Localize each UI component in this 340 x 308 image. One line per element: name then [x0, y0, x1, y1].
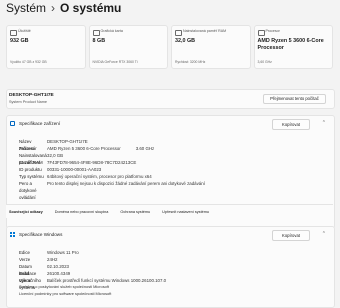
card-label: Nainstalovaná paměť RAM [183, 29, 227, 33]
spec-row: Verze 24H2 [19, 256, 166, 263]
windows-specs-panel: Specifikace Windows Kopírovat ⌃ Edice Win… [6, 226, 335, 308]
link-license-terms[interactable]: Licenční podmínky pro software společnos… [19, 291, 111, 298]
cpu-icon [257, 30, 265, 36]
card-sub: 3,60 GHz [257, 60, 272, 64]
spec-value: Balíček prostředí funkcí systému Windows… [47, 278, 167, 283]
spec-key: Datum instalace [19, 264, 37, 276]
breadcrumb-parent[interactable]: Systém [6, 1, 46, 15]
card-sub: NVIDIA GeForce RTX 3060 Ti [92, 60, 138, 64]
card-value: 8 GB [92, 38, 106, 44]
spec-key: Název zařízení [19, 139, 35, 151]
windows-specs-header[interactable]: Specifikace Windows Kopírovat ⌃ [7, 227, 334, 243]
spec-key: Build operačního systému [19, 271, 41, 290]
card-label: Grafická karta [100, 29, 123, 33]
spec-key: Pero a dotykové ovládání [19, 181, 37, 200]
card-label: Úložiště [18, 29, 31, 33]
ram-card[interactable]: Nainstalovaná paměť RAM 32,0 GB Rychlost… [171, 25, 251, 69]
chevron-right-icon: › [51, 1, 56, 15]
spec-value: 00331-10000-00001-AA023 [47, 167, 102, 172]
device-specs-header[interactable]: Specifikace zařízení Kopírovat ⌃ [7, 116, 334, 132]
spec-row: Pero a dotykové ovládání Pro tento disple… [19, 180, 205, 200]
card-value: AMD Ryzen 5 3600 6-Core Processor [257, 38, 324, 51]
memory-icon [175, 30, 182, 36]
device-name-box: DESKTOP-GHT1I7E System Product Name Přej… [6, 89, 335, 109]
spec-row: Datum instalace 02.10.2023 [19, 263, 166, 276]
spec-value: 64bitový operační systém, procesor pro p… [47, 174, 152, 179]
spec-value: DESKTOP-GHT1I7E [47, 139, 88, 144]
spec-row: Výkon Balíček prostředí funkcí systému Wi… [19, 277, 166, 284]
graphics-card[interactable]: Grafická karta 8 GB NVIDIA GeForce RTX 3… [88, 25, 168, 69]
card-value: 32,0 GB [175, 38, 196, 44]
spec-value: 26100.4349 [47, 271, 71, 276]
spec-value: 32,0 GB [47, 153, 64, 158]
gpu-icon [92, 30, 100, 36]
spec-value: Pro tento displej nejsou k dispozici žád… [47, 181, 205, 186]
chevron-up-icon[interactable]: ⌃ [322, 120, 326, 126]
spec-key: Edice [19, 250, 30, 255]
spec-value: 02.10.2023 [47, 264, 69, 269]
spec-row: Edice Windows 11 Pro [19, 249, 166, 256]
spec-key: Verze [19, 257, 31, 262]
device-specs-title: Specifikace zařízení [19, 121, 61, 126]
card-sub: Využito 47 GB z 932 GB [10, 60, 47, 64]
device-product-name: System Product Name [9, 100, 47, 104]
processor-card[interactable]: Procesor AMD Ryzen 5 3600 6-Core Process… [253, 25, 333, 69]
card-label: Procesor [265, 29, 280, 33]
summary-cards: Úložiště 932 GB Využito 47 GB z 932 GB G… [6, 25, 333, 69]
spec-value: 7F43FD78-9654-4F8E-96D8-78C7D24213CE [47, 160, 137, 165]
card-sub: Rychlost: 3200 MHz [175, 60, 206, 64]
breadcrumb-current: O systému [60, 1, 122, 15]
spec-key: Typ systému [19, 174, 44, 179]
spec-row: Název zařízení DESKTOP-GHT1I7E [19, 138, 205, 151]
windows-specs-rows: Edice Windows 11 Pro Verze 24H2 Datum inst… [19, 249, 166, 298]
windows-logo-icon [10, 232, 15, 237]
copy-device-specs-button[interactable]: Kopírovat [272, 119, 310, 130]
copy-windows-specs-button[interactable]: Kopírovat [272, 230, 310, 241]
storage-card[interactable]: Úložiště 932 GB Využito 47 GB z 932 GB [6, 25, 86, 69]
spec-row: Procesor AMD Ryzen 5 3600 6-Core Processo… [19, 145, 205, 152]
page-title: Systém › O systému [6, 0, 121, 16]
rename-pc-button[interactable]: Přejmenovat tento počítač [263, 94, 326, 104]
storage-icon [10, 30, 17, 36]
legal-link-row: Smlouva o poskytování služeb společnosti… [19, 284, 166, 291]
info-icon [10, 121, 15, 126]
device-specs-rows: Název zařízení DESKTOP-GHT1I7E Procesor AM… [19, 138, 205, 200]
chevron-up-icon[interactable]: ⌃ [322, 231, 326, 237]
spec-key: Procesor [19, 146, 37, 151]
spec-row: Build operačního systému 26100.4349 [19, 270, 166, 290]
spec-row: ID zařízení 7F43FD78-9654-4F8E-96D8-78C7D… [19, 159, 205, 166]
spec-value: AMD Ryzen 5 3600 6-Core Processor [47, 146, 121, 151]
spec-value-extra: 3.60 GHz [135, 146, 155, 151]
card-value: 932 GB [10, 38, 29, 44]
windows-specs-title: Specifikace Windows [19, 232, 63, 237]
device-name: DESKTOP-GHT1I7E [9, 93, 54, 98]
link-system-protection[interactable]: Ochrana systému [120, 210, 150, 214]
spec-row: Nainstalovaná paměť RAM 32,0 GB [19, 152, 205, 165]
spec-key: ID produktu [19, 167, 42, 172]
spec-row: ID produktu 00331-10000-00001-AA023 [19, 166, 205, 173]
spec-value: Windows 11 Pro [47, 250, 79, 255]
spec-value: 24H2 [47, 257, 58, 262]
link-advanced-system-settings[interactable]: Upřesnit nastavení systému [162, 210, 209, 214]
link-services-agreement[interactable]: Smlouva o poskytování služeb společnosti… [19, 284, 109, 291]
legal-link-row: Licenční podmínky pro software společnos… [19, 291, 166, 298]
spec-key: Výkon [19, 278, 32, 283]
spec-key: Nainstalovaná paměť RAM [19, 153, 47, 165]
spec-row: Typ systému 64bitový operační systém, pro… [19, 173, 205, 180]
link-domain-workgroup[interactable]: Doména nebo pracovní skupina [55, 210, 109, 214]
related-links-heading: Související odkazy [9, 209, 43, 214]
related-links: Související odkazy Doména nebo pracovní … [6, 204, 333, 218]
spec-key: ID zařízení [19, 160, 41, 165]
